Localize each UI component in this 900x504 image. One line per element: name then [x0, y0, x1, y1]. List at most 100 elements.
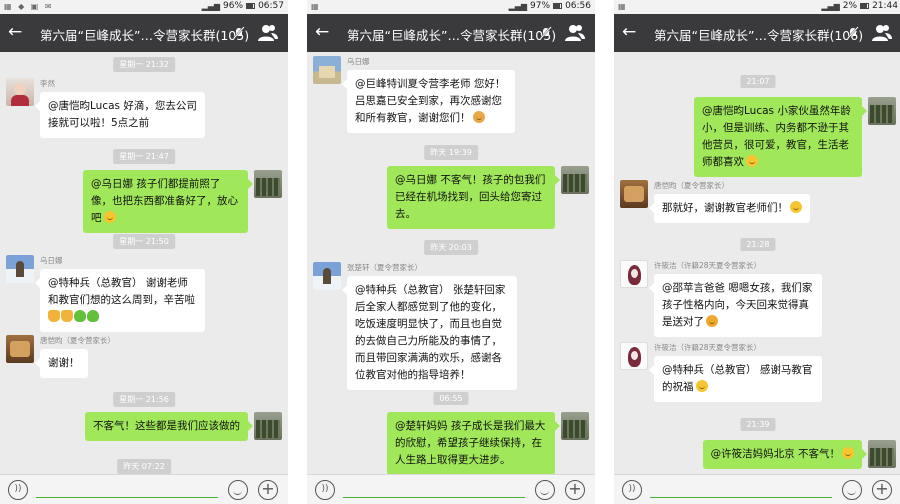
avatar[interactable] [313, 56, 341, 84]
wink-emoji-icon [706, 315, 718, 327]
group-members-icon[interactable] [258, 24, 278, 42]
smile-emoji-icon [695, 380, 708, 392]
battery-percent: 96% [223, 1, 244, 11]
sender-name: 乌日娜 [347, 57, 370, 66]
sender-name: 许筱洁（许籍28天夏令营家长） [654, 343, 762, 352]
smile-emoji-icon [842, 447, 854, 459]
avatar[interactable] [620, 342, 648, 370]
message-list[interactable]: 21:07 @唐恺昀Lucas 小家伙虽然年龄小，但是训练、内务都不逊于其他营员… [614, 52, 900, 474]
message-bubble[interactable]: 那就好，谢谢教官老师们！ [649, 194, 810, 223]
avatar[interactable] [868, 440, 896, 468]
message-bubble[interactable]: @乌日娜 孩子们都提前照了像，也把东西都准备好了，放心吧 [83, 170, 253, 233]
input-bar: )) + [614, 474, 900, 504]
avatar[interactable] [620, 260, 648, 288]
sender-name: 唐恺昀（夏令营家长） [40, 336, 115, 345]
avatar[interactable] [620, 180, 648, 208]
group-members-icon[interactable] [872, 24, 892, 42]
chat-screen-1: ▦ ◆ ▣ ✉ ▂▄▆ 96% 06:57 ← 第六届“巨峰成长”…令营家长群(… [0, 0, 288, 504]
avatar[interactable] [561, 412, 589, 440]
message-bubble[interactable]: @特种兵（总教官） 感谢马教官的祝福 [649, 356, 822, 402]
title-bar: ← 第六届“巨峰成长”…令营家长群(106) [614, 14, 900, 52]
status-bar: ▦ ▂▄▆ 2% 21:44 [614, 0, 900, 14]
signal-icon: ▂▄▆ [508, 1, 528, 11]
avatar[interactable] [6, 255, 34, 283]
message-input[interactable] [650, 497, 832, 498]
thumbs-up-emoji-icon [48, 310, 60, 322]
input-bar: )) + [0, 474, 288, 504]
notification-icons: ▦ ◆ ▣ ✉ [4, 2, 54, 11]
message-bubble[interactable]: @特种兵（总教官） 谢谢老师和教官们想的这么周到，辛苦啦 [35, 269, 205, 332]
back-arrow-icon[interactable]: ← [315, 22, 329, 42]
voice-input-icon[interactable]: )) [315, 480, 335, 500]
cookie-emoji-icon [472, 111, 485, 123]
mute-bell-icon [540, 26, 552, 39]
message-input[interactable] [36, 497, 218, 498]
message-bubble[interactable]: 不客气！这些都是我们应该做的 [85, 412, 253, 441]
message-text: @唐恺昀Lucas 小家伙虽然年龄小，但是训练、内务都不逊于其他营员，很可爱，教… [702, 105, 851, 168]
voice-input-icon[interactable]: )) [8, 480, 28, 500]
notification-icons: ▦ [618, 2, 628, 11]
voice-input-icon[interactable]: )) [622, 480, 642, 500]
message-text: @许筱洁妈妈北京 不客气！ [710, 448, 840, 460]
message-bubble[interactable]: @邵苹言爸爸 嗯嗯女孩，我们家孩子性格内向，今天回来觉得真是送对了 [649, 274, 822, 337]
sender-name: 李然 [40, 79, 55, 88]
timestamp: 21:07 [740, 75, 776, 88]
group-title: 第六届“巨峰成长”…令营家长群(105) [40, 28, 250, 43]
back-arrow-icon[interactable]: ← [622, 22, 636, 42]
message-text: @特种兵（总教官） 谢谢老师和教官们想的这么周到，辛苦啦 [48, 277, 195, 306]
plus-icon[interactable]: + [565, 480, 585, 500]
message-bubble[interactable]: @巨峰特训夏令营李老师 您好！吕思嘉已安全到家，再次感谢您和所有教官，谢谢您们！ [342, 70, 515, 133]
avatar[interactable] [254, 170, 282, 198]
notification-icons: ▦ [311, 2, 321, 11]
message-bubble[interactable]: 谢谢！ [35, 349, 88, 378]
avatar[interactable] [313, 262, 341, 290]
sender-name: 许筱洁（许籍28天夏令营家长） [654, 261, 762, 270]
plus-icon[interactable]: + [258, 480, 278, 500]
message-bubble[interactable]: @唐恺昀Lucas 小家伙虽然年龄小，但是训练、内务都不逊于其他营员，很可爱，教… [694, 97, 867, 177]
timestamp: 昨天 19:39 [424, 145, 478, 160]
timestamp: 星期一 21:47 [113, 149, 175, 164]
battery-icon [246, 3, 256, 9]
message-bubble[interactable]: @楚轩妈妈 孩子成长是我们最大的欣慰，希望孩子继续保持，在人生路上取得更大进步。 [387, 412, 560, 474]
message-bubble[interactable]: @乌日娜 不客气！孩子的包我们已经在机场找到，回头给您寄过去。 [387, 166, 560, 229]
sender-name: 唐恺昀（夏令营家长） [654, 181, 729, 190]
smile-emoji-icon [790, 201, 802, 213]
smile-emoji-icon [103, 211, 116, 223]
message-bubble[interactable]: @唐恺昀Lucas 好滴，您去公司接就可以啦！5点之前 [35, 92, 205, 138]
message-bubble[interactable]: @许筱洁妈妈北京 不客气！ [702, 440, 868, 469]
title-bar: ← 第六届“巨峰成长”…令营家长群(105) [307, 14, 595, 52]
chat-screen-2: ▦ ▂▄▆ 97% 06:56 ← 第六届“巨峰成长”…令营家长群(105) 乌… [307, 0, 595, 504]
frog-emoji-icon [87, 310, 99, 322]
avatar[interactable] [6, 78, 34, 106]
timestamp: 星期一 21:32 [113, 57, 175, 72]
plus-icon[interactable]: + [872, 480, 892, 500]
avatar[interactable] [6, 335, 34, 363]
message-text: 那就好，谢谢教官老师们！ [662, 202, 788, 214]
timestamp: 昨天 20:03 [424, 240, 478, 255]
avatar[interactable] [254, 412, 282, 440]
sender-name: 张楚轩（夏令营家长） [347, 263, 422, 272]
mute-bell-icon [847, 26, 859, 39]
message-input[interactable] [343, 497, 525, 498]
message-list[interactable]: 乌日娜 @巨峰特训夏令营李老师 您好！吕思嘉已安全到家，再次感谢您和所有教官，谢… [307, 52, 595, 474]
emoji-icon[interactable] [842, 480, 862, 500]
avatar[interactable] [561, 166, 589, 194]
emoji-icon[interactable] [228, 480, 248, 500]
timestamp: 21:28 [740, 238, 776, 251]
back-arrow-icon[interactable]: ← [8, 22, 22, 42]
battery-icon [553, 3, 563, 9]
chat-screen-3: ▦ ▂▄▆ 2% 21:44 ← 第六届“巨峰成长”…令营家长群(106) 21… [614, 0, 900, 504]
battery-icon [860, 3, 870, 9]
clock: 06:57 [258, 1, 284, 11]
emoji-icon[interactable] [535, 480, 555, 500]
timestamp: 昨天 07:22 [117, 459, 171, 474]
clock: 06:56 [565, 1, 591, 11]
message-list[interactable]: 星期一 21:32 李然 @唐恺昀Lucas 好滴，您去公司接就可以啦！5点之前… [0, 52, 288, 474]
group-members-icon[interactable] [565, 24, 585, 42]
message-bubble[interactable]: @特种兵（总教官） 张楚轩回家后全家人都感觉到了他的变化，吃饭速度明显快了，而且… [342, 276, 517, 390]
avatar[interactable] [868, 97, 896, 125]
timestamp: 星期一 21:56 [113, 392, 175, 407]
smile-emoji-icon [746, 155, 758, 167]
clock: 21:44 [872, 1, 898, 11]
status-bar: ▦ ◆ ▣ ✉ ▂▄▆ 96% 06:57 [0, 0, 288, 14]
